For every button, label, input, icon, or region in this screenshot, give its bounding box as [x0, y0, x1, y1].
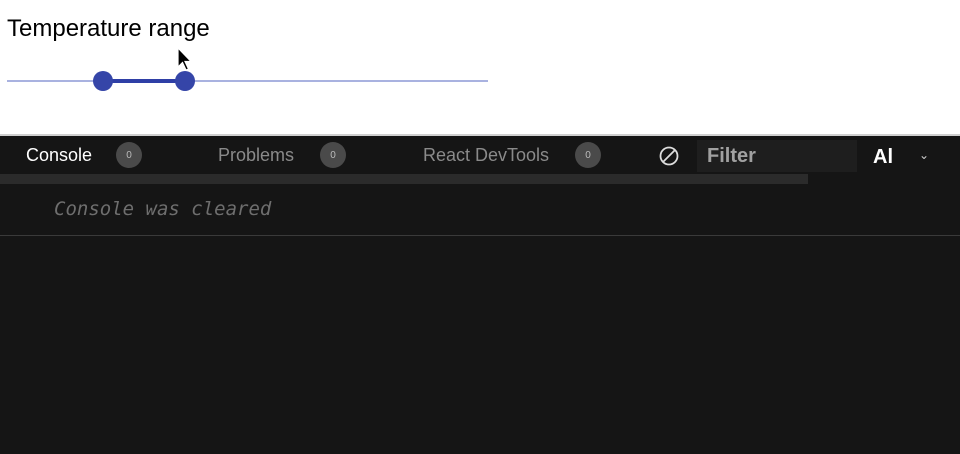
- slider-thumb-high[interactable]: [174, 71, 195, 91]
- tab-label: React DevTools: [423, 145, 550, 165]
- console-message: Console was cleared: [54, 198, 272, 220]
- react-devtools-count-badge: 0: [575, 142, 601, 168]
- divider: [0, 235, 960, 236]
- log-level-select[interactable]: Al: [873, 146, 893, 169]
- horizontal-scrollbar[interactable]: [0, 174, 808, 184]
- clear-console-icon[interactable]: [658, 145, 680, 167]
- tab-react-devtools[interactable]: React DevTools: [423, 145, 549, 166]
- slider-rail: [7, 80, 488, 82]
- console-tab-bar: Console 0 Problems 0 React DevTools 0 Al…: [0, 136, 960, 174]
- tab-problems[interactable]: Problems: [218, 145, 294, 166]
- demo-area: Temperature range: [0, 0, 960, 134]
- slider-label: Temperature range: [7, 15, 210, 42]
- console-panel: Console 0 Problems 0 React DevTools 0 Al…: [0, 134, 960, 454]
- chevron-down-icon[interactable]: ⌄: [919, 148, 929, 162]
- tab-label: Problems: [218, 145, 295, 165]
- slider-track: [103, 79, 185, 83]
- tab-label: Console: [26, 145, 93, 165]
- filter-input[interactable]: [697, 140, 857, 172]
- temperature-range-slider[interactable]: [7, 71, 488, 91]
- slider-thumb-low[interactable]: [93, 71, 114, 91]
- console-count-badge: 0: [116, 142, 142, 168]
- problems-count-badge: 0: [320, 142, 346, 168]
- tab-console[interactable]: Console: [26, 145, 92, 166]
- mouse-cursor-icon: [177, 47, 193, 71]
